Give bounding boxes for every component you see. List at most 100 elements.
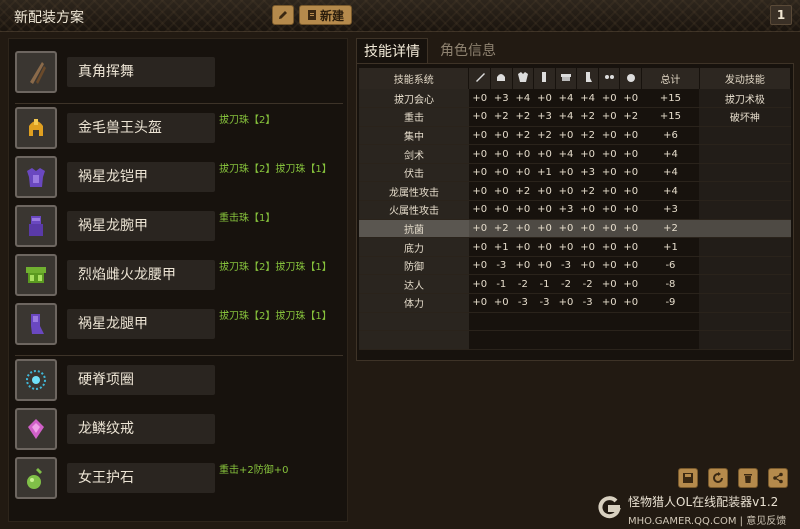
empty-cell [555,312,577,332]
tab-character-info[interactable]: 角色信息 [432,38,504,64]
empty-row [359,330,791,350]
skill-slot-value: +0 [555,126,577,146]
skill-row[interactable]: 体力 +0 +0 -3 -3 +0 -3 +0 +0 -9 [359,293,791,313]
skill-row[interactable]: 龙属性攻击 +0 +0 +2 +0 +0 +2 +0 +0 +4 [359,181,791,202]
skill-slot-value: -1 [490,274,513,295]
skill-slot-value: +4 [555,144,577,164]
skill-slot-value: +0 [490,126,513,146]
equipment-jewels: 拔刀珠【2】 [219,115,276,126]
skill-slot-value: +0 [598,144,620,164]
top-bar-pattern [0,0,800,32]
skill-total: -6 [641,256,700,276]
skill-slot-value: -2 [555,274,577,295]
skill-total: +15 [641,107,700,127]
empty-cell [359,312,469,332]
equipment-slot-helmet[interactable]: 金毛兽王头盔 拔刀珠【2】 [15,107,345,153]
refresh-button[interactable] [708,468,728,488]
skill-slot-value: -1 [533,274,556,295]
skill-slot-value: +0 [468,237,491,257]
skill-total: +4 [641,163,700,183]
skill-slot-value: +0 [555,293,577,313]
delete-button[interactable] [738,468,758,488]
skill-row[interactable]: 底力 +0 +1 +0 +0 +0 +0 +0 +0 +1 [359,237,791,257]
waist-slot-icon [555,68,578,89]
skill-slot-value: +0 [468,200,491,220]
skill-slot-value: +0 [533,237,556,257]
edit-plan-button[interactable] [272,5,294,25]
brand-url-feedback[interactable]: MHO.GAMER.QQ.COM | 意见反馈 [628,512,786,527]
skill-name: 达人 [359,274,469,295]
skill-slot-value: +0 [619,181,642,202]
skill-slot-value: +1 [533,163,556,183]
skill-row[interactable]: 集中 +0 +0 +2 +2 +0 +2 +0 +0 +6 [359,126,791,146]
share-button[interactable] [768,468,788,488]
equipment-name: 真角挥舞 [67,57,215,87]
equipment-slot-waist[interactable]: 烈焰雌火龙腰甲 拔刀珠【2】拔刀珠【1】 [15,254,345,300]
skill-total: +6 [641,126,700,146]
empty-cell [699,312,791,332]
equipment-name: 祸星龙腿甲 [67,309,215,339]
skill-row[interactable]: 重击 +0 +2 +2 +3 +4 +2 +0 +2 +15 破坏神 [359,107,791,127]
skill-slot-value: +0 [468,163,491,183]
skill-name: 重击 [359,107,469,127]
equipment-slot-ring[interactable]: 龙鳞纹戒 [15,408,345,454]
empty-row [359,312,791,332]
skill-activated [699,163,791,183]
share-icon [773,472,783,484]
skill-row[interactable]: 火属性攻击 +0 +0 +0 +0 +3 +0 +0 +0 +3 [359,200,791,220]
skill-slot-value: +0 [619,274,642,295]
skill-row[interactable]: 抗菌 +0 +2 +0 +0 +0 +0 +0 +0 +2 [359,219,791,239]
equipment-slot-chest[interactable]: 祸星龙铠甲 拔刀珠【2】拔刀珠【1】 [15,156,345,202]
equipment-slot-necklace[interactable]: 硬脊项圈 [15,359,345,405]
empty-cell [512,330,534,350]
skill-slot-value: +0 [598,181,620,202]
skill-row[interactable]: 防御 +0 -3 +0 +0 -3 +0 +0 +0 -6 [359,256,791,276]
empty-cell [468,330,491,350]
skill-total: +3 [641,200,700,220]
equipment-slot-arms[interactable]: 祸星龙腕甲 重击珠【1】 [15,205,345,251]
skill-slot-value: +0 [468,256,491,276]
skill-slot-value: +0 [512,163,534,183]
skill-row[interactable]: 剑术 +0 +0 +0 +0 +4 +0 +0 +0 +4 [359,144,791,164]
skill-slot-value: +0 [576,219,599,239]
skill-slot-value: +0 [468,144,491,164]
skill-name: 拔刀会心 [359,89,469,109]
skill-slot-value: +1 [490,237,513,257]
skill-slot-value: +4 [555,107,577,127]
skill-slot-value: +0 [468,219,491,239]
equipment-slot-talisman[interactable]: 女王护石 重击+2防御+0 [15,457,345,503]
skill-slot-value: +0 [512,219,534,239]
skill-slot-value: +0 [619,237,642,257]
equipment-name: 女王护石 [67,463,215,493]
skill-activated [699,126,791,146]
g-logo-icon [598,496,621,519]
page-number-badge[interactable]: 1 [770,5,792,25]
skill-slot-value: +0 [619,144,642,164]
skill-slot-value: +0 [576,144,599,164]
skill-slot-value: +2 [576,107,599,127]
skill-slot-value: +0 [619,293,642,313]
skill-slot-value: +0 [619,219,642,239]
skill-slot-value: +0 [490,144,513,164]
skill-slot-value: +0 [533,256,556,276]
equipment-slot-weapon[interactable]: 真角挥舞 [15,51,345,97]
equipment-panel: 真角挥舞 金毛兽王头盔 拔刀珠【2】 祸星龙铠甲 拔刀珠【2】拔刀珠【1】 祸星… [8,38,348,522]
equipment-jewels: 重击珠【1】 [219,213,276,224]
skill-slot-value: +0 [490,200,513,220]
new-plan-button[interactable]: 新建 [299,5,352,25]
skill-activated [699,237,791,257]
refresh-icon [713,472,723,483]
equipment-name: 祸星龙铠甲 [67,162,215,192]
skill-slot-value: +0 [598,107,620,127]
empty-cell [468,312,491,332]
skill-slot-value: +0 [533,219,556,239]
skill-row[interactable]: 伏击 +0 +0 +0 +1 +0 +3 +0 +0 +4 [359,163,791,183]
equipment-slot-legs[interactable]: 祸星龙腿甲 拔刀珠【2】拔刀珠【1】 [15,303,345,349]
tab-skill-details[interactable]: 技能详情 [356,38,428,64]
skill-row[interactable]: 达人 +0 -1 -2 -1 -2 -2 +0 +0 -8 [359,274,791,295]
pencil-icon [279,11,287,19]
skill-name: 抗菌 [359,219,469,239]
save-button[interactable] [678,468,698,488]
skill-row[interactable]: 拔刀会心 +0 +3 +4 +0 +4 +4 +0 +0 +15 拔刀术极 [359,89,791,109]
top-bar: 新配装方案 新建 1 [0,0,800,32]
